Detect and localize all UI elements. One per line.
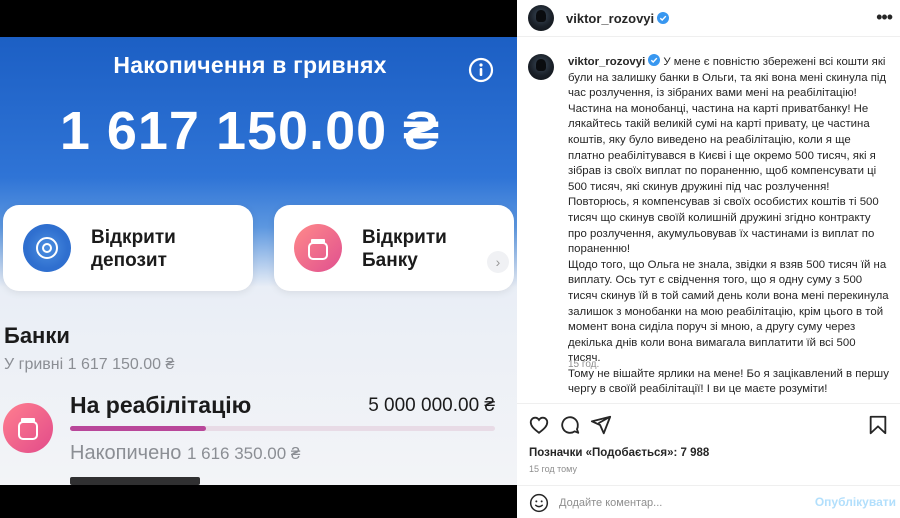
chevron-right-icon: › (487, 251, 509, 273)
verified-icon (648, 54, 661, 66)
jars-heading: Банки (4, 323, 70, 348)
comment-input[interactable] (559, 494, 809, 512)
more-icon[interactable]: ••• (876, 7, 893, 27)
deposit-icon (23, 224, 71, 272)
comment-bar: Опублікувати (517, 485, 900, 518)
open-deposit-label: Відкрити депозит (91, 227, 176, 271)
likes-count[interactable]: Позначки «Подобається»: 7 988 (529, 447, 709, 459)
jar-progress-bar (70, 426, 495, 431)
jar-saved: Накопичено 1 616 350.00 ₴ (70, 442, 300, 465)
open-jar-card: Відкрити Банку › (274, 205, 514, 291)
jars-subtotal: У гривні 1 617 150.00 ₴ (4, 356, 175, 373)
open-jar-label: Відкрити Банку (362, 227, 447, 271)
jar-progress-fill (70, 426, 206, 431)
caption-line: Повторюсь, я компенсував зі своїх особис… (568, 196, 879, 256)
post-header: viktor_rozovyi ••• (517, 0, 900, 37)
post-date: 15 год тому (529, 464, 577, 474)
avatar[interactable] (528, 5, 554, 31)
info-icon (468, 57, 494, 83)
caption-line: Частина на монобанці, частина на карті п… (568, 102, 877, 193)
savings-total: 1 617 150.00 ₴ (59, 101, 441, 161)
avatar[interactable] (528, 54, 554, 80)
caption-area: viktor_rozovyi У мене є повністю збереже… (517, 37, 900, 403)
caption-timestamp: 15 год. (568, 359, 600, 370)
bank-app-screenshot: Накопичення в гривнях 1 617 150.00 ₴ Від… (0, 37, 517, 485)
bookmark-icon[interactable] (867, 414, 889, 436)
emoji-icon[interactable] (529, 493, 549, 513)
jar-name: На реабілітацію (70, 392, 252, 418)
caption-username[interactable]: viktor_rozovyi (568, 54, 661, 68)
heart-icon[interactable] (528, 414, 550, 436)
savings-title: Накопичення в гривнях (113, 52, 387, 78)
jar-icon (294, 224, 342, 272)
verified-icon (657, 12, 670, 24)
post-caption: viktor_rozovyi У мене є повністю збереже… (568, 54, 890, 398)
post-media[interactable]: Накопичення в гривнях 1 617 150.00 ₴ Від… (0, 0, 517, 518)
caption-line: Щодо того, що Ольга не знала, звідки я в… (568, 258, 889, 365)
open-deposit-card: Відкрити депозит (3, 205, 253, 291)
author-username[interactable]: viktor_rozovyi (566, 11, 670, 26)
jar-saved-value: 1 616 350.00 ₴ (186, 444, 301, 463)
caption-line: Тому не вішайте ярлики на мене! Бо я зац… (568, 367, 889, 396)
jar-goal: 5 000 000.00 ₴ (368, 395, 495, 416)
jar-icon (3, 403, 53, 453)
post-sidebar: viktor_rozovyi ••• viktor_rozovyi У мене… (517, 0, 900, 518)
next-jar-cropped (70, 477, 200, 485)
publish-button[interactable]: Опублікувати (815, 495, 896, 509)
share-icon[interactable] (590, 414, 612, 436)
action-bar (517, 403, 900, 443)
comment-icon[interactable] (559, 414, 581, 436)
jar-saved-label: Накопичено (70, 442, 182, 464)
